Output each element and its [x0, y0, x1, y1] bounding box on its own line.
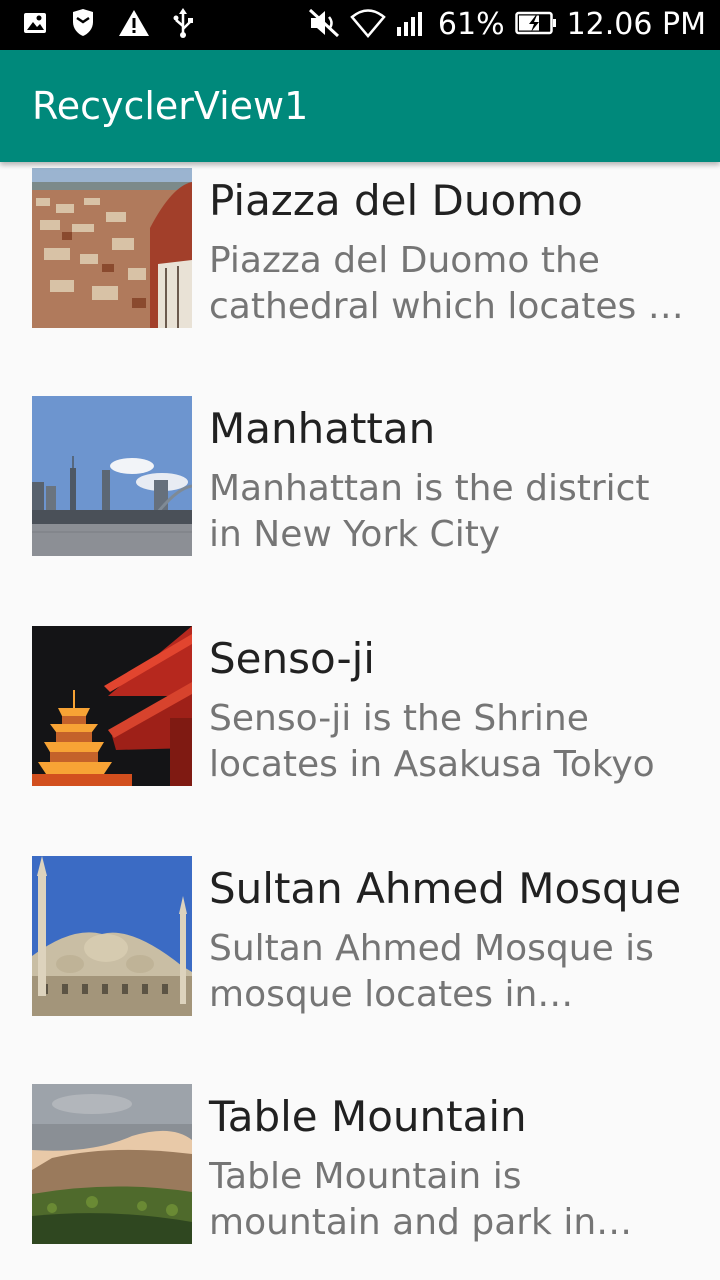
- list-item[interactable]: Senso-ji Senso-ji is the Shrine locates …: [0, 626, 720, 856]
- list-item-description: Senso-ji is the Shrine locates in Asakus…: [209, 698, 655, 785]
- app-bar: RecyclerView1: [0, 50, 720, 162]
- battery-icon: [514, 11, 557, 39]
- list-item-thumbnail: [32, 1084, 192, 1244]
- status-bar: 61% 12.06 PM: [0, 0, 720, 50]
- list-item-title: Sultan Ahmed Mosque: [209, 864, 682, 913]
- list-item-thumbnail: [32, 168, 192, 328]
- image-icon: [22, 10, 48, 40]
- battery-percent: 61%: [437, 7, 505, 42]
- list-item-description: Piazza del Duomo the cathedral which loc…: [209, 240, 681, 327]
- list-item[interactable]: Piazza del Duomo Piazza del Duomo the ca…: [0, 168, 720, 398]
- list-item-title: Piazza del Duomo: [209, 176, 583, 225]
- list-item-title: Senso-ji: [209, 634, 375, 683]
- wifi-icon: [350, 8, 386, 42]
- recycler-list[interactable]: Piazza del Duomo Piazza del Duomo the ca…: [0, 162, 720, 1280]
- list-item-title: Table Mountain: [209, 1092, 527, 1141]
- list-item-thumbnail: [32, 626, 192, 786]
- list-item-description: Sultan Ahmed Mosque is mosque locates in…: [209, 928, 654, 1015]
- usb-icon: [172, 8, 194, 42]
- list-item[interactable]: Sultan Ahmed Mosque Sultan Ahmed Mosque …: [0, 856, 720, 1086]
- list-item[interactable]: Table Mountain Table Mountain is mountai…: [0, 1084, 720, 1280]
- list-item-description: Table Mountain is mountain and park in C…: [209, 1156, 597, 1243]
- signal-icon: [396, 9, 428, 41]
- list-item-description: Manhattan is the district in New York Ci…: [209, 468, 650, 555]
- mute-icon: [308, 8, 340, 42]
- list-item-thumbnail: [32, 396, 192, 556]
- clock: 12.06 PM: [566, 7, 706, 42]
- shield-icon: [70, 9, 96, 41]
- list-item[interactable]: Manhattan Manhattan is the district in N…: [0, 396, 720, 626]
- list-item-title: Manhattan: [209, 404, 436, 453]
- warning-icon: [118, 9, 150, 41]
- app-title: RecyclerView1: [32, 84, 309, 128]
- list-item-thumbnail: [32, 856, 192, 1016]
